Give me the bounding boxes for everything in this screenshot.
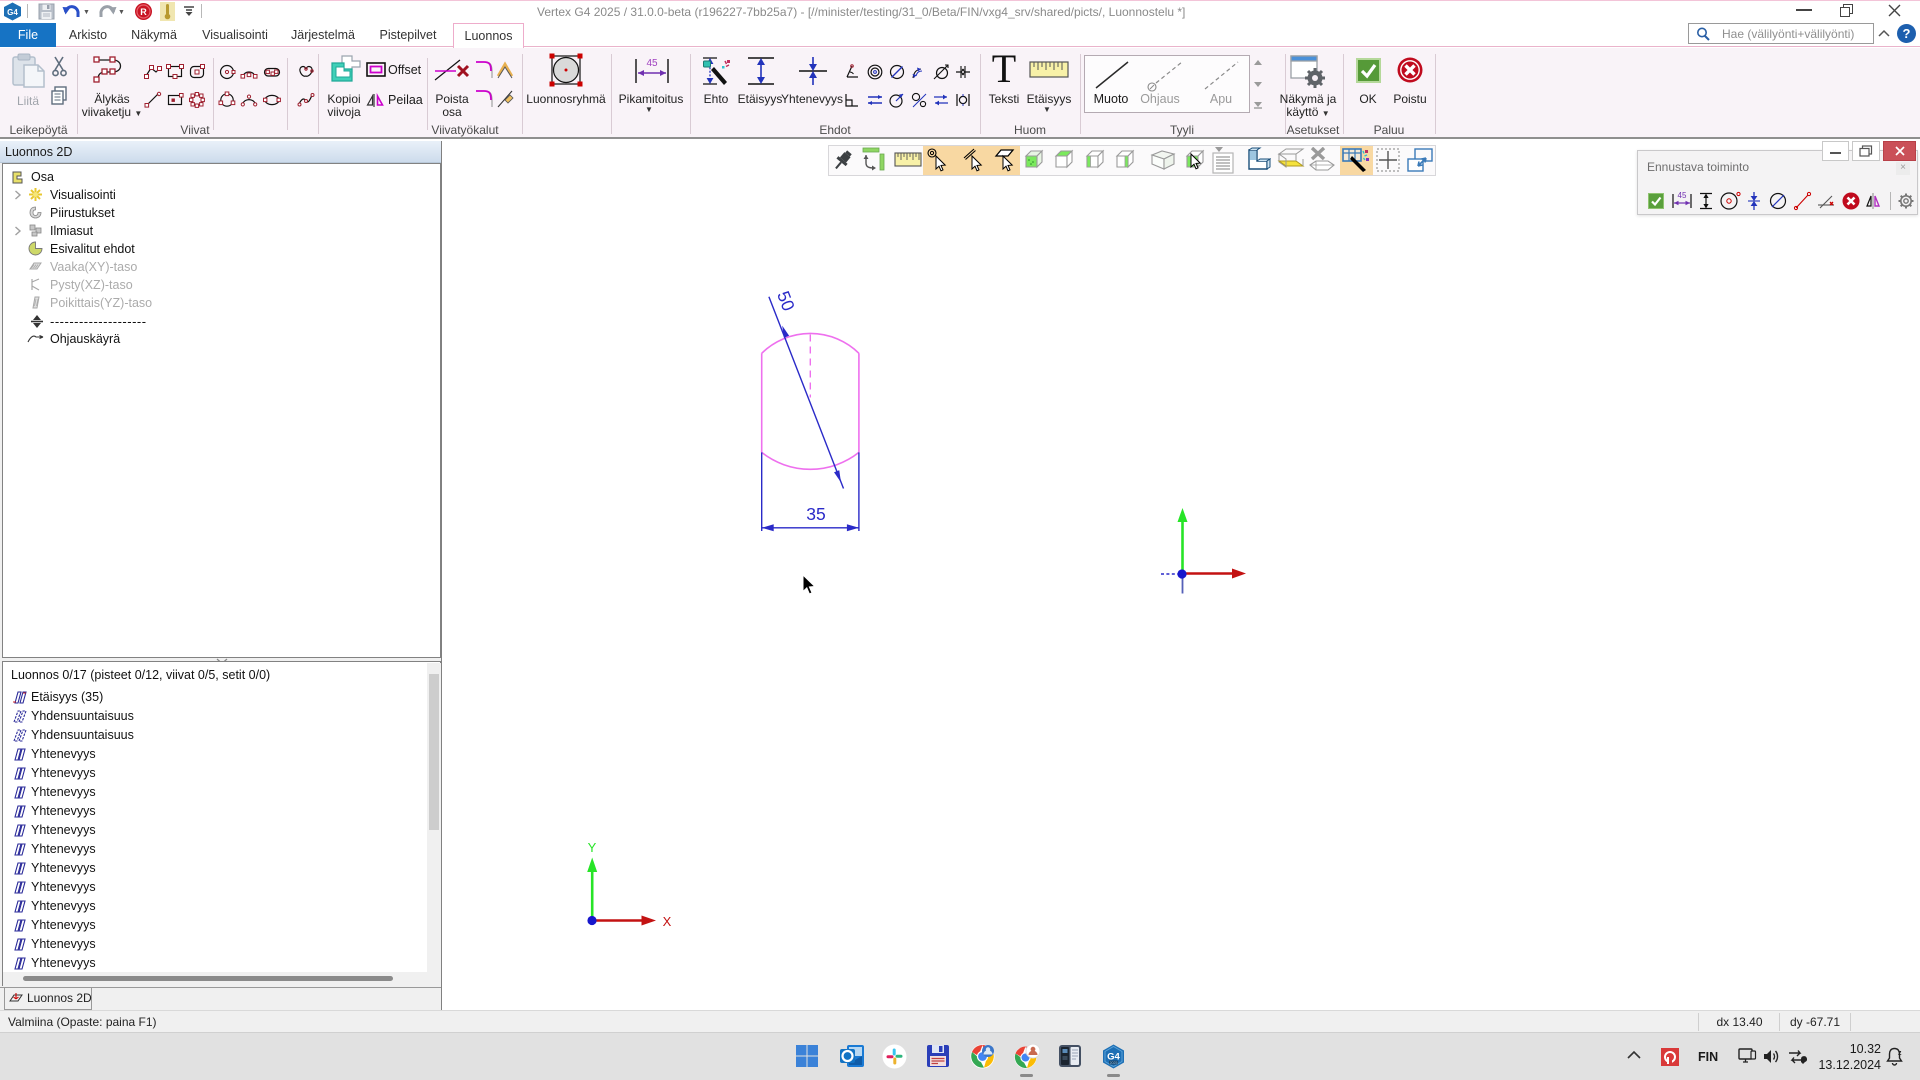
svg-text:2025: 2025	[1110, 1061, 1118, 1065]
svg-text:Y: Y	[588, 840, 597, 855]
svg-text:35: 35	[806, 504, 825, 524]
svg-text:G4: G4	[7, 8, 18, 17]
svg-text:z: z	[1898, 1050, 1902, 1057]
svg-text:50: 50	[773, 288, 799, 314]
svg-text:R: R	[140, 7, 147, 17]
svg-text:X: X	[663, 914, 672, 929]
svg-text:45: 45	[646, 58, 658, 69]
